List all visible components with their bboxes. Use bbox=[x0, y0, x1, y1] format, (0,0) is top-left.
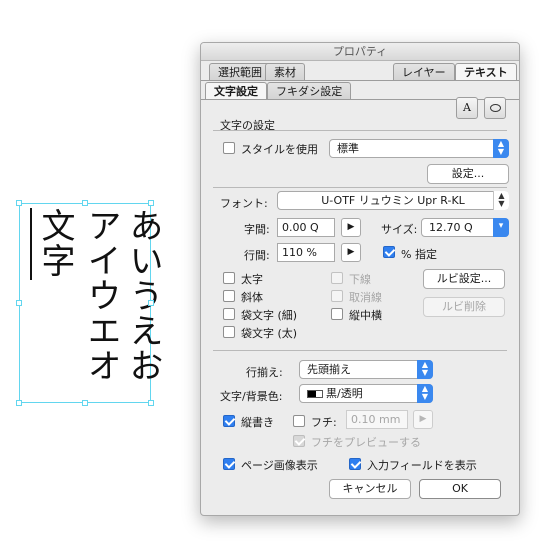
color-select[interactable]: 黒/透明 ▲ ▼ bbox=[299, 384, 433, 403]
chevron-updown-icon: ▲ ▼ bbox=[493, 139, 509, 158]
resize-handle-bottom-right[interactable] bbox=[148, 400, 154, 406]
resize-handle-bottom-left[interactable] bbox=[16, 400, 22, 406]
percent-checkbox[interactable] bbox=[383, 246, 395, 258]
align-select[interactable]: 先頭揃え ▲ ▼ bbox=[299, 360, 433, 379]
strike-label: 取消線 bbox=[349, 291, 382, 304]
text-column-katakana: アイウエオ bbox=[81, 208, 121, 383]
play-triangle-icon: ▶ bbox=[347, 247, 355, 257]
strike-checkbox[interactable] bbox=[331, 290, 343, 302]
bag-thick-label: 袋文字 (太) bbox=[241, 327, 298, 340]
divider-align bbox=[213, 350, 507, 351]
font-label: フォント: bbox=[220, 197, 268, 210]
vertical-writing-label: 縦書き bbox=[241, 416, 274, 429]
ruby-settings-button[interactable]: ルビ設定... bbox=[423, 269, 505, 289]
edge-preview-checkbox[interactable] bbox=[293, 435, 305, 447]
top-tab-row: 選択範囲 素材 レイヤー テキスト bbox=[201, 61, 519, 81]
tatechuyoko-checkbox[interactable] bbox=[331, 308, 343, 320]
underline-mark bbox=[30, 208, 32, 280]
edge-preview-label: フチをプレビューする bbox=[311, 436, 421, 449]
dialog-title: プロパティ bbox=[201, 43, 519, 61]
size-select-value: 12.70 Q bbox=[429, 221, 473, 234]
tab-character-settings[interactable]: 文字設定 bbox=[205, 82, 267, 100]
speech-balloon-icon bbox=[489, 104, 501, 112]
size-label: サイズ: bbox=[381, 223, 418, 236]
char-spacing-field[interactable]: 0.00 Q bbox=[277, 218, 335, 237]
chevron-updown-icon: ▲ ▼ bbox=[493, 191, 509, 210]
resize-handle-right[interactable] bbox=[148, 300, 154, 306]
tab-balloon-settings[interactable]: フキダシ設定 bbox=[267, 82, 352, 100]
page-image-label: ページ画像表示 bbox=[241, 459, 318, 472]
style-select-value: 標準 bbox=[337, 142, 359, 155]
italic-label: 斜体 bbox=[241, 291, 263, 304]
chevron-updown-icon: ▲ ▼ bbox=[417, 384, 433, 403]
edge-play-button[interactable]: ▶ bbox=[413, 410, 433, 429]
underline-label: 下線 bbox=[349, 273, 371, 286]
font-select-value: U-OTF リュウミン Upr R-KL bbox=[321, 194, 465, 207]
tab-layer[interactable]: レイヤー bbox=[393, 63, 455, 81]
text-column-kanji: 文字 bbox=[35, 208, 75, 278]
color-select-value: 黒/透明 bbox=[326, 387, 363, 400]
vertical-writing-checkbox[interactable] bbox=[223, 415, 235, 427]
chevron-updown-icon: ▲ ▼ bbox=[417, 360, 433, 379]
chevron-down-icon: ▾ bbox=[493, 218, 509, 237]
text-tool-button[interactable]: A bbox=[456, 97, 478, 119]
size-select[interactable]: 12.70 Q ▾ bbox=[421, 218, 509, 237]
tab-text[interactable]: テキスト bbox=[455, 63, 517, 81]
italic-checkbox[interactable] bbox=[223, 290, 235, 302]
properties-dialog: プロパティ 選択範囲 素材 レイヤー テキスト 文字設定 フキダシ設定 A 文字… bbox=[200, 42, 520, 516]
edge-checkbox[interactable] bbox=[293, 415, 305, 427]
font-select[interactable]: U-OTF リュウミン Upr R-KL ▲ ▼ bbox=[277, 191, 509, 210]
bold-label: 太字 bbox=[241, 273, 263, 286]
text-column-hiragana: あいうえお bbox=[123, 208, 163, 383]
resize-handle-top-left[interactable] bbox=[16, 200, 22, 206]
resize-handle-left[interactable] bbox=[16, 300, 22, 306]
play-triangle-icon: ▶ bbox=[419, 414, 427, 424]
line-spacing-play-button[interactable]: ▶ bbox=[341, 243, 361, 262]
align-select-value: 先頭揃え bbox=[307, 363, 351, 376]
use-style-label: スタイルを使用 bbox=[241, 143, 318, 156]
percent-label: % 指定 bbox=[401, 248, 437, 261]
play-triangle-icon: ▶ bbox=[347, 222, 355, 232]
page-image-checkbox[interactable] bbox=[223, 458, 235, 470]
line-spacing-field[interactable]: 110 % bbox=[277, 243, 335, 262]
cancel-button[interactable]: キャンセル bbox=[329, 479, 411, 499]
bold-checkbox[interactable] bbox=[223, 272, 235, 284]
underline-checkbox[interactable] bbox=[331, 272, 343, 284]
edge-width-field[interactable]: 0.10 mm bbox=[346, 410, 408, 429]
divider-font bbox=[213, 187, 507, 188]
divider-top bbox=[213, 130, 507, 131]
color-swatch-icon bbox=[307, 390, 323, 398]
ruby-delete-button[interactable]: ルビ削除 bbox=[423, 297, 505, 317]
resize-handle-top[interactable] bbox=[82, 200, 88, 206]
tatechuyoko-label: 縦中横 bbox=[349, 309, 382, 322]
resize-handle-top-right[interactable] bbox=[148, 200, 154, 206]
use-style-checkbox[interactable] bbox=[223, 142, 235, 154]
balloon-tool-button[interactable] bbox=[484, 97, 506, 119]
char-spacing-label: 字間: bbox=[244, 223, 270, 236]
text-a-icon: A bbox=[463, 101, 471, 114]
show-input-label: 入力フィールドを表示 bbox=[367, 459, 477, 472]
ok-button[interactable]: OK bbox=[419, 479, 501, 499]
color-label: 文字/背景色: bbox=[220, 390, 283, 403]
line-spacing-label: 行間: bbox=[244, 249, 270, 262]
bag-thin-checkbox[interactable] bbox=[223, 308, 235, 320]
text-frame[interactable]: あいうえお アイウエオ 文字 bbox=[16, 200, 163, 406]
align-label: 行揃え: bbox=[246, 366, 283, 379]
bag-thick-checkbox[interactable] bbox=[223, 326, 235, 338]
char-spacing-play-button[interactable]: ▶ bbox=[341, 218, 361, 237]
settings-button[interactable]: 設定... bbox=[427, 164, 509, 184]
edge-label: フチ: bbox=[311, 416, 337, 429]
resize-handle-bottom[interactable] bbox=[82, 400, 88, 406]
show-input-checkbox[interactable] bbox=[349, 458, 361, 470]
tab-material[interactable]: 素材 bbox=[265, 63, 305, 81]
tab-selection[interactable]: 選択範囲 bbox=[209, 63, 271, 81]
bag-thin-label: 袋文字 (細) bbox=[241, 309, 298, 322]
style-select[interactable]: 標準 ▲ ▼ bbox=[329, 139, 509, 158]
